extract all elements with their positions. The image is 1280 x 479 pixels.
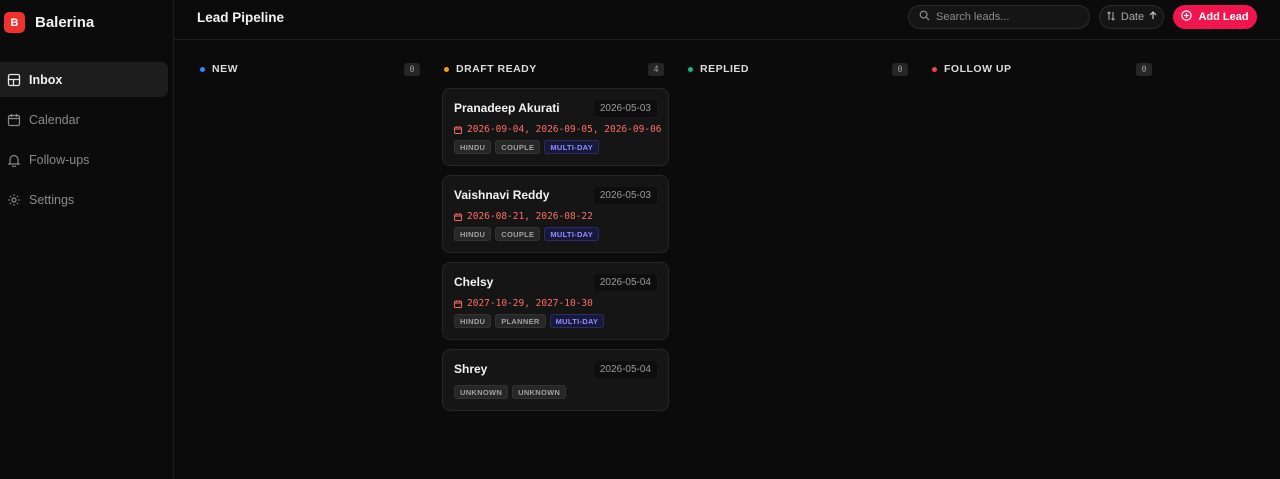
column-header: NEW 0 xyxy=(198,60,424,78)
column-count-badge: 0 xyxy=(892,63,908,76)
calendar-icon xyxy=(454,212,462,221)
tag: HINDU xyxy=(454,140,492,154)
lead-card[interactable]: Pranadeep Akurati 2026-05-03 2026-09-04,… xyxy=(442,88,669,166)
plus-circle-icon xyxy=(1181,10,1193,24)
tag: MULTI-DAY xyxy=(544,140,600,154)
status-dot xyxy=(444,66,449,72)
status-dot xyxy=(200,66,205,72)
column-title: REPLIED xyxy=(700,63,750,75)
sidebar-item-follow-ups[interactable]: Follow-ups xyxy=(0,142,168,177)
column-follow-up: FOLLOW UP 0 xyxy=(930,60,1156,78)
tag: COUPLE xyxy=(495,227,541,241)
inbox-icon xyxy=(7,73,21,87)
sidebar-item-label: Calendar xyxy=(29,112,80,127)
lead-name: Chelsy xyxy=(454,275,494,289)
brand-name: Balerina xyxy=(35,14,95,31)
tag: UNKNOWN xyxy=(454,385,509,399)
column-count-badge: 4 xyxy=(648,63,664,76)
sort-icon xyxy=(1106,10,1116,24)
lead-card[interactable]: Chelsy 2026-05-04 2027-10-29, 2027-10-30… xyxy=(442,262,669,340)
tag: UNKNOWN xyxy=(512,385,567,399)
event-dates-text: 2026-09-04, 2026-09-05, 2026-09-06 xyxy=(467,124,662,135)
column-count-badge: 0 xyxy=(1136,63,1152,76)
column-replied: REPLIED 0 xyxy=(686,60,912,78)
column-header: FOLLOW UP 0 xyxy=(930,60,1156,78)
column-header: DRAFT READY 4 xyxy=(442,60,668,78)
column-title: DRAFT READY xyxy=(456,63,537,75)
sidebar-item-settings[interactable]: Settings xyxy=(0,182,168,217)
sidebar: B Balerina Inbox Calendar Follow-ups Set… xyxy=(0,0,174,479)
tag: COUPLE xyxy=(495,140,541,154)
lead-date-badge: 2026-05-04 xyxy=(593,361,657,378)
brand[interactable]: B Balerina xyxy=(4,12,94,33)
add-lead-button[interactable]: Add Lead xyxy=(1173,5,1257,29)
tag: MULTI-DAY xyxy=(544,227,600,241)
header: Lead Pipeline Date Add Lead xyxy=(174,0,1280,40)
search-input[interactable] xyxy=(936,11,1076,23)
lead-date-badge: 2026-05-03 xyxy=(593,100,657,117)
sidebar-item-label: Settings xyxy=(29,192,75,207)
tag: HINDU xyxy=(454,227,492,241)
tag-list: HINDU COUPLE MULTI-DAY xyxy=(454,140,600,154)
column-draft-ready: DRAFT READY 4 Pranadeep Akurati 2026-05-… xyxy=(442,60,669,411)
sort-button[interactable]: Date xyxy=(1099,5,1164,29)
column-new: NEW 0 xyxy=(198,60,424,78)
page-title: Lead Pipeline xyxy=(197,10,285,25)
calendar-icon xyxy=(7,113,21,127)
bell-icon xyxy=(7,153,21,167)
status-dot xyxy=(932,66,937,72)
event-dates: 2027-10-29, 2027-10-30 xyxy=(454,298,593,309)
tag: HINDU xyxy=(454,314,492,328)
tag: MULTI-DAY xyxy=(549,314,605,328)
tag: PLANNER xyxy=(495,314,546,328)
lead-name: Pranadeep Akurati xyxy=(454,101,560,115)
arrow-up-icon xyxy=(1149,11,1157,23)
sidebar-item-inbox[interactable]: Inbox xyxy=(0,62,168,97)
status-dot xyxy=(688,66,693,72)
event-dates: 2026-09-04, 2026-09-05, 2026-09-06 xyxy=(454,124,661,135)
calendar-icon xyxy=(454,125,462,134)
tag-list: UNKNOWN UNKNOWN xyxy=(454,385,567,399)
sidebar-nav: Inbox Calendar Follow-ups Settings xyxy=(0,62,168,222)
gear-icon xyxy=(7,193,21,207)
event-dates: 2026-08-21, 2026-08-22 xyxy=(454,211,593,222)
add-lead-label: Add Lead xyxy=(1198,11,1249,23)
lead-card[interactable]: Vaishnavi Reddy 2026-05-03 2026-08-21, 2… xyxy=(442,175,669,253)
search-icon xyxy=(919,8,930,26)
lead-name: Vaishnavi Reddy xyxy=(454,188,550,202)
search-box[interactable] xyxy=(908,5,1090,29)
lead-card[interactable]: Shrey 2026-05-04 UNKNOWN UNKNOWN xyxy=(442,349,669,411)
event-dates-text: 2026-08-21, 2026-08-22 xyxy=(467,211,593,222)
column-count-badge: 0 xyxy=(404,63,420,76)
lead-name: Shrey xyxy=(454,362,488,376)
event-dates-text: 2027-10-29, 2027-10-30 xyxy=(467,298,593,309)
lead-date-badge: 2026-05-03 xyxy=(593,187,657,204)
brand-logo: B xyxy=(4,12,25,33)
sort-label: Date xyxy=(1120,11,1145,23)
sidebar-item-calendar[interactable]: Calendar xyxy=(0,102,168,137)
tag-list: HINDU COUPLE MULTI-DAY xyxy=(454,227,600,241)
column-header: REPLIED 0 xyxy=(686,60,912,78)
tag-list: HINDU PLANNER MULTI-DAY xyxy=(454,314,605,328)
sidebar-item-label: Follow-ups xyxy=(29,152,90,167)
column-title: FOLLOW UP xyxy=(944,63,1012,75)
calendar-icon xyxy=(454,299,462,308)
sidebar-item-label: Inbox xyxy=(29,72,63,87)
column-title: NEW xyxy=(212,63,238,75)
lead-date-badge: 2026-05-04 xyxy=(593,274,657,291)
